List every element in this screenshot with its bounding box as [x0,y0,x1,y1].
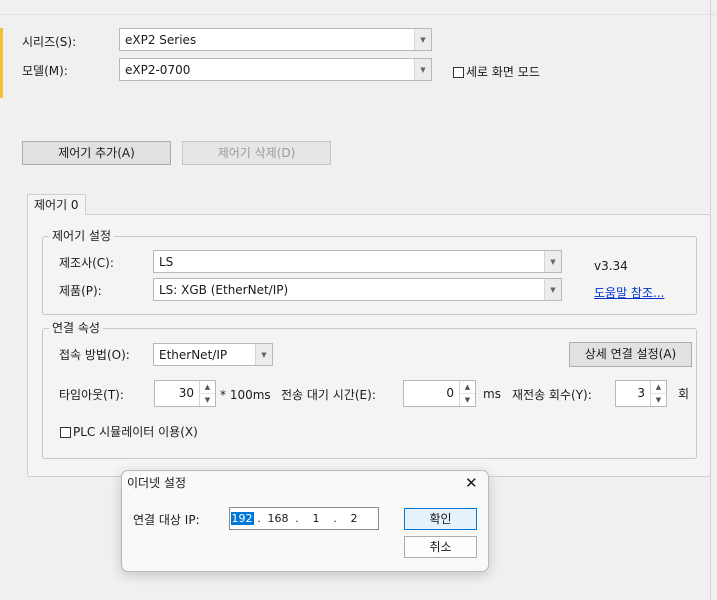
chevron-down-icon[interactable]: ▼ [544,251,561,272]
tab-controller-0[interactable]: 제어기 0 [27,194,86,215]
left-accent-strip [0,28,3,98]
maker-value: LS [159,254,174,269]
series-combo[interactable]: eXP2 Series ▼ [119,28,432,51]
chevron-down-icon[interactable]: ▼ [414,29,431,50]
detail-settings-button[interactable]: 상세 연결 설정(A) [569,342,692,367]
arrow-up-icon[interactable]: ▲ [651,381,666,394]
window-top-strip [0,0,717,15]
ip-address-field[interactable]: 192 . 168 . 1 . 2 [229,507,379,530]
version-text: v3.34 [594,259,628,273]
arrow-down-icon[interactable]: ▼ [460,394,475,406]
method-value: EtherNet/IP [159,347,228,362]
series-label: 시리즈(S): [22,35,77,49]
ip-separator: . [295,512,299,525]
maker-combo[interactable]: LS ▼ [153,250,562,273]
connection-title: 연결 속성 [49,321,103,335]
ip-octet-4[interactable]: 2 [340,512,368,525]
delay-unit: ms [483,387,501,401]
product-combo[interactable]: LS: XGB (EtherNet/IP) ▼ [153,278,562,301]
product-value: LS: XGB (EtherNet/IP) [159,282,289,297]
simulator-checkbox[interactable] [60,427,71,438]
arrow-up-icon[interactable]: ▲ [460,381,475,394]
ip-separator: . [257,512,261,525]
arrow-up-icon[interactable]: ▲ [200,381,215,394]
ip-octet-1[interactable]: 192 [230,512,254,525]
retry-unit: 회 [678,387,690,401]
product-label: 제품(P): [59,284,102,298]
method-combo[interactable]: EtherNet/IP ▼ [153,343,273,366]
portrait-mode-label: 세로 화면 모드 [466,65,540,79]
chevron-down-icon[interactable]: ▼ [255,344,272,365]
ip-octet-3[interactable]: 1 [302,512,330,525]
delete-controller-button[interactable]: 제어기 삭제(D) [182,141,331,165]
add-controller-button[interactable]: 제어기 추가(A) [22,141,171,165]
timeout-stepper[interactable]: 30 ▲ ▼ [154,380,216,407]
retry-value[interactable]: 3 [616,381,650,406]
ip-octet-2[interactable]: 168 [264,512,292,525]
model-label: 모델(M): [22,64,68,78]
delay-value[interactable]: 0 [404,381,459,406]
close-icon[interactable]: ✕ [465,474,478,492]
cancel-button[interactable]: 취소 [404,536,477,558]
maker-label: 제조사(C): [59,256,114,270]
model-combo[interactable]: eXP2-0700 ▼ [119,58,432,81]
arrow-down-icon[interactable]: ▼ [200,394,215,406]
chevron-down-icon[interactable]: ▼ [414,59,431,80]
simulator-label: PLC 시뮬레이터 이용(X) [73,425,198,439]
chevron-down-icon[interactable]: ▼ [544,279,561,300]
timeout-value[interactable]: 30 [155,381,199,406]
ip-separator: . [333,512,337,525]
controller-settings-group [42,236,697,315]
method-label: 접속 방법(O): [59,348,130,362]
retry-stepper[interactable]: 3 ▲ ▼ [615,380,667,407]
timeout-label: 타임아웃(T): [59,388,124,402]
retry-label: 재전송 회수(Y): [512,388,592,402]
series-value: eXP2 Series [125,32,197,47]
portrait-mode-checkbox[interactable] [453,67,464,78]
dialog-title: 이더넷 설정 [127,476,187,490]
help-link[interactable]: 도움말 참조... [594,285,664,301]
ok-button[interactable]: 확인 [404,508,477,530]
arrow-down-icon[interactable]: ▼ [651,394,666,406]
timeout-unit: * 100ms [220,388,271,402]
ip-label: 연결 대상 IP: [133,513,200,527]
controller-settings-title: 제어기 설정 [49,229,115,243]
model-value: eXP2-0700 [125,62,191,77]
delay-label: 전송 대기 시간(E): [281,388,376,402]
delay-stepper[interactable]: 0 ▲ ▼ [403,380,476,407]
